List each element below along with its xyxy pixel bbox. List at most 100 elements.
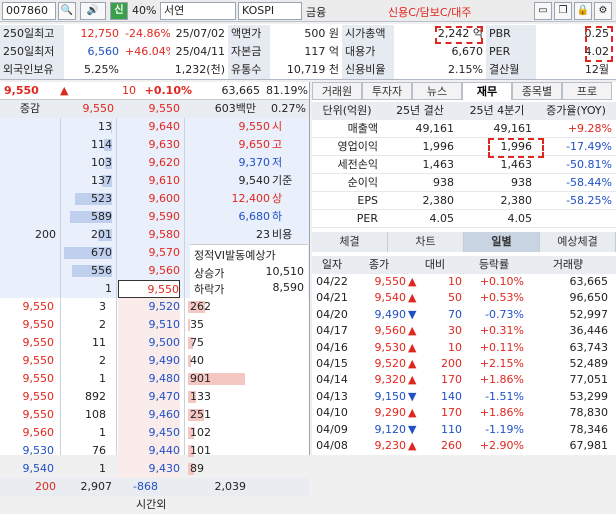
daily-arrow-icon: ▲ bbox=[408, 275, 417, 288]
ask-qty: 13 bbox=[98, 120, 112, 133]
tick-qty: 2 bbox=[99, 318, 106, 331]
bid-qty: 101 bbox=[190, 444, 211, 457]
ask-price[interactable]: 9,550 bbox=[118, 280, 180, 298]
daily-header: 일자 종가 대비 등락률 거래량 bbox=[312, 256, 616, 274]
fin-cell-0: 영업이익 bbox=[337, 140, 378, 153]
daily-row[interactable]: 04/08 9,230 ▲ 260 +2.90% 67,981 bbox=[312, 438, 616, 454]
copy-icon[interactable]: ❐ bbox=[554, 2, 572, 20]
fin-row: 영업이익 1,996 1,996 -17.49% bbox=[312, 138, 616, 156]
info-cell-8[interactable]: PER bbox=[486, 43, 536, 61]
daily-row[interactable]: 04/13 9,150 ▼ 140 -1.51% 53,299 bbox=[312, 389, 616, 405]
lower-tab-1[interactable]: 차트 bbox=[388, 232, 464, 252]
lock-icon[interactable]: 🔒 bbox=[574, 2, 592, 20]
head-price: 9,550 bbox=[82, 102, 115, 115]
gear-icon[interactable]: ⚙ bbox=[594, 2, 612, 20]
info-cell-8[interactable]: PBR bbox=[486, 25, 536, 43]
tab-0[interactable]: 거래원 bbox=[312, 82, 362, 100]
speaker-icon[interactable]: 🔊 bbox=[80, 2, 106, 20]
daily-row[interactable]: 04/17 9,560 ▲ 30 +0.31% 36,446 bbox=[312, 323, 616, 339]
stock-code-input[interactable]: 007860 bbox=[2, 2, 56, 20]
tick-price: 9,550 bbox=[22, 318, 55, 331]
daily-row[interactable]: 04/10 9,290 ▲ 170 +1.86% 78,830 bbox=[312, 405, 616, 421]
vi-down-label: 하락가 bbox=[194, 283, 225, 296]
search-icon[interactable]: 🔍 bbox=[58, 2, 76, 20]
daily-row[interactable]: 04/21 9,540 ▲ 50 +0.53% 96,650 bbox=[312, 290, 616, 306]
bid-price[interactable]: 9,480 bbox=[118, 370, 180, 388]
ask-price[interactable]: 9,620 bbox=[118, 154, 181, 172]
ask-price[interactable]: 9,630 bbox=[118, 136, 181, 154]
tick-qty: 11 bbox=[92, 336, 106, 349]
bid-price[interactable]: 9,500 bbox=[118, 334, 180, 352]
bid-qty: 40 bbox=[190, 354, 204, 367]
daily-head-4: 거래량 bbox=[552, 258, 584, 271]
bid-qty: 251 bbox=[190, 408, 211, 421]
daily-change: 260 bbox=[441, 439, 462, 452]
daily-row[interactable]: 04/09 9,120 ▼ 110 -1.19% 78,346 bbox=[312, 422, 616, 438]
credit-mode-badge[interactable]: 신 bbox=[110, 2, 128, 20]
fin-head-1: 25년 결산 bbox=[396, 104, 444, 117]
info-cell-4: 액면가 bbox=[228, 25, 270, 43]
tick-price: 9,550 bbox=[22, 390, 55, 403]
ask-price[interactable]: 9,570 bbox=[118, 244, 181, 262]
daily-head-0: 일자 bbox=[321, 258, 343, 271]
ask-price[interactable]: 9,640 bbox=[118, 118, 181, 136]
ask-row: 200 201 9,580 23 비용 bbox=[0, 226, 309, 244]
daily-change: 30 bbox=[448, 324, 462, 338]
ask-price[interactable]: 9,590 bbox=[118, 208, 181, 226]
tab-4[interactable]: 종목별 bbox=[512, 82, 562, 100]
stat-label: 상 bbox=[272, 192, 283, 205]
bid-price[interactable]: 9,440 bbox=[118, 442, 180, 460]
daily-row[interactable]: 04/22 9,550 ▲ 10 +0.10% 63,665 bbox=[312, 274, 616, 290]
tick-price: 9,550 bbox=[22, 300, 55, 313]
daily-row[interactable]: 04/16 9,530 ▲ 10 +0.11% 63,743 bbox=[312, 340, 616, 356]
ask-price[interactable]: 9,610 bbox=[118, 172, 181, 190]
tab-1[interactable]: 투자자 bbox=[362, 82, 412, 100]
bid-price[interactable]: 9,470 bbox=[118, 388, 180, 406]
ask-price[interactable]: 9,600 bbox=[118, 190, 181, 208]
bid-price[interactable]: 9,520 bbox=[118, 298, 180, 316]
window-icon[interactable]: ▭ bbox=[534, 2, 552, 20]
bid-row: 9,550 1 9,480 901 bbox=[0, 370, 309, 388]
tab-3[interactable]: 재무 bbox=[462, 82, 512, 100]
stat-value: 9,370 bbox=[238, 156, 271, 169]
stock-name-field[interactable]: 서연 bbox=[160, 2, 236, 20]
bid-row: 9,550 2 9,490 40 bbox=[0, 352, 309, 370]
bid-price[interactable]: 9,460 bbox=[118, 406, 180, 424]
tab-5[interactable]: 프로 bbox=[562, 82, 612, 100]
daily-rate: +0.10% bbox=[479, 275, 524, 288]
tab-2[interactable]: 뉴스 bbox=[412, 82, 462, 100]
total-ask: 2,907 bbox=[80, 480, 113, 493]
daily-date: 04/15 bbox=[316, 357, 348, 370]
fin-cell-1: 49,161 bbox=[415, 122, 455, 135]
total-diff: 200 bbox=[35, 480, 56, 493]
daily-row[interactable]: 04/15 9,520 ▲ 200 +2.15% 52,489 bbox=[312, 356, 616, 372]
zoom-label: 40% bbox=[132, 4, 157, 17]
fin-cell-2: 4.05 bbox=[507, 212, 533, 225]
highlight-pbr-per bbox=[585, 26, 613, 62]
bid-price[interactable]: 9,430 bbox=[118, 460, 180, 478]
lower-tab-3[interactable]: 예상체결 bbox=[540, 232, 616, 252]
lower-tab-0[interactable]: 체결 bbox=[312, 232, 388, 252]
daily-row[interactable]: 04/20 9,490 ▼ 70 -0.73% 52,997 bbox=[312, 307, 616, 323]
ask-price[interactable]: 9,560 bbox=[118, 262, 181, 280]
info-cell-3: 1,232(천) bbox=[174, 63, 225, 76]
daily-arrow-icon: ▲ bbox=[408, 291, 417, 305]
trade-amount-rate: 0.27% bbox=[271, 102, 306, 115]
info-cell-8[interactable]: 결산월 bbox=[486, 61, 536, 79]
daily-rate: +0.53% bbox=[479, 291, 524, 305]
current-price: 9,550 bbox=[4, 84, 39, 97]
daily-arrow-icon: ▲ bbox=[408, 406, 417, 420]
up-arrow-icon: ▲ bbox=[60, 84, 69, 97]
bid-price[interactable]: 9,510 bbox=[118, 316, 180, 334]
bid-price[interactable]: 9,450 bbox=[118, 424, 180, 442]
bid-price[interactable]: 9,490 bbox=[118, 352, 180, 370]
vi-down-value: 8,590 bbox=[272, 281, 305, 294]
daily-close: 9,120 bbox=[374, 422, 407, 436]
tick-price: 9,550 bbox=[22, 372, 55, 385]
lower-tab-2[interactable]: 일별 bbox=[464, 232, 540, 252]
after-hours-label[interactable]: 시간외 bbox=[136, 496, 196, 514]
fin-cell-3: +9.28% bbox=[567, 122, 612, 135]
daily-row[interactable]: 04/14 9,320 ▲ 170 +1.86% 77,051 bbox=[312, 372, 616, 388]
ask-diff bbox=[0, 244, 56, 262]
ask-price[interactable]: 9,580 bbox=[118, 226, 181, 244]
